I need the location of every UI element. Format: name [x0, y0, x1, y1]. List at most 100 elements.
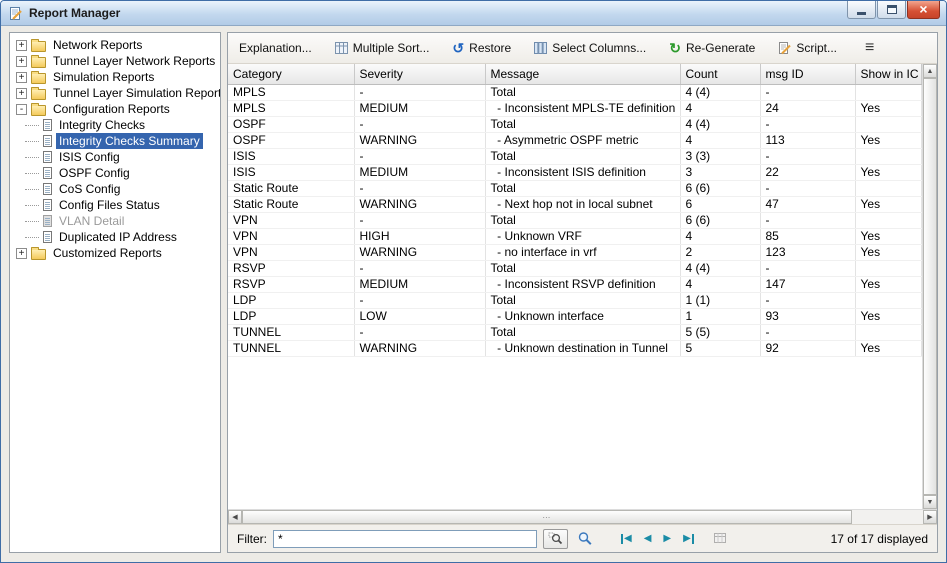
- tree-item-tunnel-layer-network-reports[interactable]: +Tunnel Layer Network Reports: [10, 53, 220, 69]
- toolbar-button-script[interactable]: Script...: [775, 38, 840, 58]
- cell-category[interactable]: LDP: [228, 292, 354, 308]
- cell-category[interactable]: VPN: [228, 244, 354, 260]
- cell-category[interactable]: LDP: [228, 308, 354, 324]
- tree-item-integrity-checks-summary[interactable]: Integrity Checks Summary: [10, 133, 220, 149]
- cell-show-in-ic[interactable]: [855, 180, 922, 196]
- previous-page-button[interactable]: ◀: [641, 534, 655, 544]
- tree-item-ospf-config[interactable]: OSPF Config: [10, 165, 220, 181]
- cell-msg-id[interactable]: -: [760, 116, 855, 132]
- cell-severity[interactable]: LOW: [354, 308, 485, 324]
- cell-show-in-ic[interactable]: Yes: [855, 340, 922, 356]
- cell-show-in-ic[interactable]: [855, 292, 922, 308]
- cell-message[interactable]: Total: [485, 324, 680, 340]
- report-grid-icon[interactable]: [713, 532, 728, 545]
- cell-show-in-ic[interactable]: [855, 212, 922, 228]
- scroll-down-button[interactable]: ▼: [923, 495, 937, 509]
- cell-severity[interactable]: -: [354, 148, 485, 164]
- cell-show-in-ic[interactable]: Yes: [855, 276, 922, 292]
- search-button[interactable]: [574, 531, 596, 546]
- cell-message[interactable]: - Inconsistent MPLS-TE definition: [485, 100, 680, 116]
- cell-severity[interactable]: WARNING: [354, 340, 485, 356]
- cell-count[interactable]: 5: [680, 340, 760, 356]
- expand-icon[interactable]: +: [16, 72, 27, 83]
- cell-category[interactable]: MPLS: [228, 100, 354, 116]
- cell-message[interactable]: Total: [485, 180, 680, 196]
- cell-message[interactable]: - Asymmetric OSPF metric: [485, 132, 680, 148]
- tree-item-network-reports[interactable]: +Network Reports: [10, 37, 220, 53]
- filter-input[interactable]: [273, 530, 537, 548]
- cell-msg-id[interactable]: 147: [760, 276, 855, 292]
- cell-show-in-ic[interactable]: [855, 84, 922, 100]
- cell-show-in-ic[interactable]: Yes: [855, 308, 922, 324]
- tree-item-tunnel-layer-simulation-reports[interactable]: +Tunnel Layer Simulation Reports: [10, 85, 220, 101]
- cell-category[interactable]: TUNNEL: [228, 340, 354, 356]
- cell-show-in-ic[interactable]: [855, 324, 922, 340]
- cell-count[interactable]: 4: [680, 276, 760, 292]
- cell-severity[interactable]: MEDIUM: [354, 100, 485, 116]
- scrollbar-track[interactable]: [852, 510, 923, 524]
- cell-msg-id[interactable]: -: [760, 292, 855, 308]
- cell-severity[interactable]: -: [354, 212, 485, 228]
- cell-category[interactable]: ISIS: [228, 148, 354, 164]
- cell-count[interactable]: 6 (6): [680, 180, 760, 196]
- cell-msg-id[interactable]: -: [760, 148, 855, 164]
- cell-message[interactable]: - Unknown interface: [485, 308, 680, 324]
- cell-msg-id[interactable]: 22: [760, 164, 855, 180]
- cell-message[interactable]: - Inconsistent ISIS definition: [485, 164, 680, 180]
- last-page-button[interactable]: ▶: [680, 534, 697, 544]
- tree-item-cos-config[interactable]: CoS Config: [10, 181, 220, 197]
- cell-category[interactable]: RSVP: [228, 276, 354, 292]
- cell-message[interactable]: - Unknown destination in Tunnel: [485, 340, 680, 356]
- cell-severity[interactable]: -: [354, 116, 485, 132]
- cell-message[interactable]: - Inconsistent RSVP definition: [485, 276, 680, 292]
- cell-severity[interactable]: WARNING: [354, 244, 485, 260]
- vertical-scrollbar[interactable]: ▲ ▼: [922, 64, 937, 509]
- cell-message[interactable]: - Unknown VRF: [485, 228, 680, 244]
- cell-severity[interactable]: MEDIUM: [354, 276, 485, 292]
- cell-show-in-ic[interactable]: [855, 116, 922, 132]
- cell-count[interactable]: 6 (6): [680, 212, 760, 228]
- cell-show-in-ic[interactable]: Yes: [855, 100, 922, 116]
- tree-item-isis-config[interactable]: ISIS Config: [10, 149, 220, 165]
- cell-category[interactable]: ISIS: [228, 164, 354, 180]
- column-header-show-in-ic[interactable]: Show in IC: [855, 64, 922, 84]
- toolbar-button-select-columns[interactable]: Select Columns...: [531, 38, 649, 58]
- cell-category[interactable]: VPN: [228, 228, 354, 244]
- cell-show-in-ic[interactable]: Yes: [855, 196, 922, 212]
- cell-msg-id[interactable]: 85: [760, 228, 855, 244]
- cell-msg-id[interactable]: -: [760, 84, 855, 100]
- cell-severity[interactable]: -: [354, 180, 485, 196]
- cell-message[interactable]: - no interface in vrf: [485, 244, 680, 260]
- cell-count[interactable]: 4: [680, 228, 760, 244]
- cell-category[interactable]: RSVP: [228, 260, 354, 276]
- expand-icon[interactable]: +: [16, 88, 27, 99]
- scroll-left-button[interactable]: ◀: [228, 510, 242, 524]
- zoom-select-button[interactable]: [543, 529, 568, 549]
- cell-msg-id[interactable]: 24: [760, 100, 855, 116]
- vertical-scrollbar-thumb[interactable]: [923, 78, 937, 495]
- collapse-icon[interactable]: -: [16, 104, 27, 115]
- cell-count[interactable]: 4 (4): [680, 116, 760, 132]
- cell-show-in-ic[interactable]: Yes: [855, 228, 922, 244]
- cell-count[interactable]: 4 (4): [680, 260, 760, 276]
- cell-count[interactable]: 4: [680, 132, 760, 148]
- cell-count[interactable]: 3 (3): [680, 148, 760, 164]
- cell-message[interactable]: Total: [485, 260, 680, 276]
- cell-count[interactable]: 3: [680, 164, 760, 180]
- cell-msg-id[interactable]: -: [760, 324, 855, 340]
- cell-show-in-ic[interactable]: [855, 148, 922, 164]
- scroll-up-button[interactable]: ▲: [923, 64, 937, 78]
- cell-msg-id[interactable]: -: [760, 260, 855, 276]
- cell-category[interactable]: MPLS: [228, 84, 354, 100]
- cell-show-in-ic[interactable]: Yes: [855, 244, 922, 260]
- toolbar-button-multiple-sort[interactable]: Multiple Sort...: [332, 38, 433, 58]
- cell-show-in-ic[interactable]: Yes: [855, 164, 922, 180]
- cell-message[interactable]: Total: [485, 212, 680, 228]
- cell-category[interactable]: VPN: [228, 212, 354, 228]
- cell-message[interactable]: Total: [485, 116, 680, 132]
- column-header-category[interactable]: Category: [228, 64, 354, 84]
- cell-severity[interactable]: WARNING: [354, 132, 485, 148]
- cell-count[interactable]: 6: [680, 196, 760, 212]
- cell-msg-id[interactable]: 113: [760, 132, 855, 148]
- cell-count[interactable]: 1: [680, 308, 760, 324]
